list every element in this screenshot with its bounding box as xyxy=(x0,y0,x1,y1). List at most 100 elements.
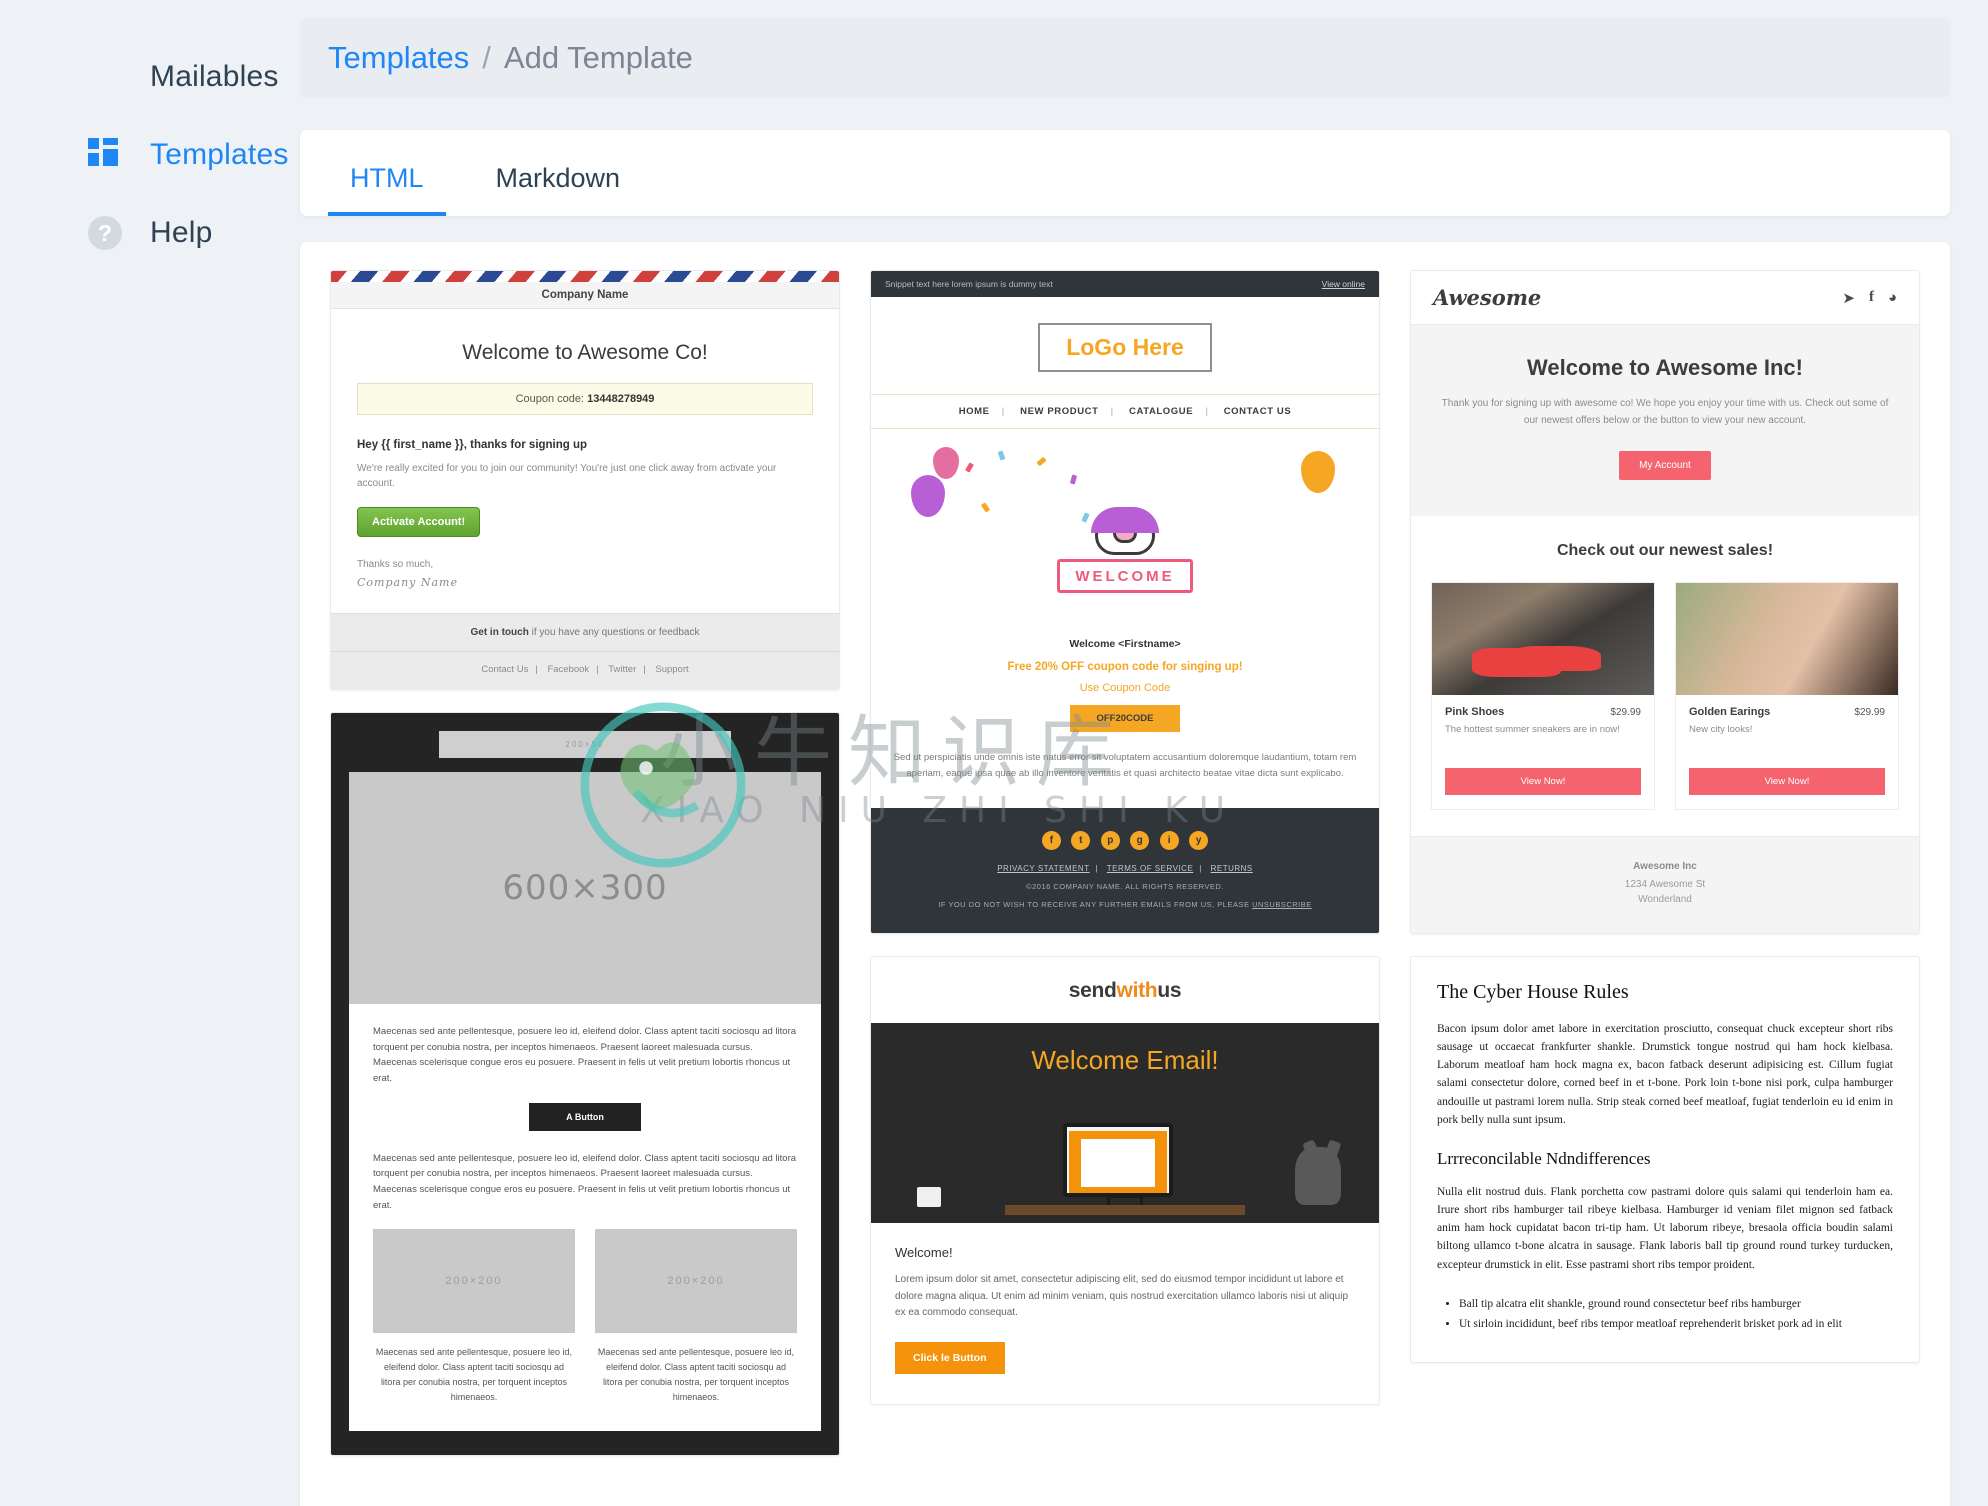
sidebar-item-label: Help xyxy=(150,216,213,249)
address-line-1: 1234 Awesome St xyxy=(1624,879,1706,890)
welcome-illustration: WELCOME xyxy=(871,429,1379,634)
article-paragraph: Bacon ipsum dolor amet labore in exercit… xyxy=(1437,1023,1893,1126)
body-text: Lorem ipsum dolor sit amet, consectetur … xyxy=(895,1274,1349,1319)
unsubscribe-link[interactable]: UNSUBSCRIBE xyxy=(1252,900,1312,909)
social-icons: f t p g i y xyxy=(887,830,1363,851)
breadcrumb-link-templates[interactable]: Templates xyxy=(328,40,469,76)
article-bullets: Ball tip alcatra elit shankle, ground ro… xyxy=(1437,1294,1893,1334)
mail-icon xyxy=(71,42,122,94)
view-online-link[interactable]: View online xyxy=(1322,279,1365,289)
main-content: Templates / Add Template HTML Markdown C… xyxy=(300,0,1988,1506)
greeting-line: Hey {{ first_name }}, thanks for signing… xyxy=(357,439,588,451)
get-in-touch-label[interactable]: Get in touch xyxy=(470,627,528,638)
logo-placeholder: LoGo Here xyxy=(1038,323,1212,372)
sidebar: Mailables Templates ? Help xyxy=(0,0,300,1506)
product-card[interactable]: Pink Shoes $29.99 The hottest summer sne… xyxy=(1431,582,1655,810)
product-price: $29.99 xyxy=(1610,707,1641,718)
nav-item[interactable]: CATALOGUE xyxy=(1129,406,1193,417)
sales-section: Check out our newest sales! Pink Shoes $… xyxy=(1411,516,1919,836)
footer-link[interactable]: RETURNS xyxy=(1211,864,1253,873)
brand-logo: Awesome xyxy=(1433,285,1542,310)
column-item: 200×200 Maecenas sed ante pellentesque, … xyxy=(373,1229,575,1404)
footer-links: PRIVACY STATEMENT | TERMS OF SERVICE | RET… xyxy=(997,864,1253,874)
body-text: We're really excited for you to join our… xyxy=(357,463,777,489)
footer-link[interactable]: Facebook xyxy=(547,664,589,675)
breadcrumb-current: Add Template xyxy=(503,40,693,75)
logo-part: send xyxy=(1068,979,1117,1003)
pinterest-icon[interactable]: p xyxy=(1100,831,1120,851)
template-card-cyber-house-rules[interactable]: The Cyber House Rules Bacon ipsum dolor … xyxy=(1410,956,1920,1363)
nav-item[interactable]: NEW PRODUCT xyxy=(1020,406,1098,417)
product-desc: New city looks! xyxy=(1689,724,1753,735)
my-account-button[interactable]: My Account xyxy=(1619,451,1711,480)
product-image xyxy=(1432,583,1654,695)
app-root: Mailables Templates ? Help Templates / A… xyxy=(0,0,1988,1506)
coupon-code-chip[interactable]: OFF20CODE xyxy=(1070,705,1180,732)
snippet-text: Snippet text here lorem ipsum is dummy t… xyxy=(885,279,1053,289)
nav-item[interactable]: HOME xyxy=(959,406,990,417)
logo-part: with xyxy=(1116,979,1158,1003)
tablet-frame: 200×50 600×300 Maecenas sed ante pellent… xyxy=(331,713,839,1455)
template-footer: f t p g i y PRIVACY STATEMENT | TERMS OF … xyxy=(871,808,1379,934)
instagram-icon[interactable]: i xyxy=(1159,831,1179,851)
logo-part: us xyxy=(1157,979,1182,1003)
brand-header: Awesome ➤ f ◕ xyxy=(1411,271,1919,325)
template-card-tablet-basic[interactable]: 200×50 600×300 Maecenas sed ante pellent… xyxy=(330,712,840,1456)
footer-link[interactable]: Twitter xyxy=(608,664,636,675)
footer-link[interactable]: PRIVACY STATEMENT xyxy=(997,864,1089,873)
unsubscribe-line: IF YOU DO NOT WISH TO RECEIVE ANY FURTHE… xyxy=(887,900,1363,909)
nav-item[interactable]: CONTACT US xyxy=(1224,406,1292,417)
banner-placeholder: 200×50 xyxy=(438,731,732,758)
welcome-title: Welcome to Awesome Co! xyxy=(462,341,708,364)
sidebar-item-help[interactable]: ? Help xyxy=(0,194,300,272)
youtube-icon[interactable]: y xyxy=(1189,831,1209,851)
airmail-border xyxy=(331,271,839,282)
welcome-line: Welcome <Firstname> xyxy=(1069,638,1181,650)
view-now-button[interactable]: View Now! xyxy=(1689,768,1885,795)
hero-placeholder: 600×300 xyxy=(349,772,821,1004)
template-card-airmail-welcome[interactable]: Company Name Welcome to Awesome Co! Coup… xyxy=(330,270,840,690)
rss-icon[interactable]: ◕ xyxy=(1888,289,1897,307)
product-image xyxy=(1676,583,1898,695)
tab-html[interactable]: HTML xyxy=(328,163,446,216)
sidebar-item-label: Mailables xyxy=(150,60,279,93)
activate-account-button[interactable]: Activate Account! xyxy=(357,507,481,537)
facebook-icon[interactable]: f xyxy=(1041,831,1061,851)
signature: Company Name xyxy=(357,576,458,589)
company-name: Awesome Inc xyxy=(1633,861,1697,872)
unsubscribe-text: IF YOU DO NOT WISH TO RECEIVE ANY FURTHE… xyxy=(938,900,1250,910)
sales-heading: Check out our newest sales! xyxy=(1556,542,1774,559)
footer-link[interactable]: TERMS OF SERVICE xyxy=(1107,864,1194,873)
lorem-text: Sed ut perspiciatis unde omnis iste natu… xyxy=(893,752,1357,780)
coupon-code: 13448278949 xyxy=(587,393,655,405)
google-plus-icon[interactable]: g xyxy=(1130,831,1150,851)
sidebar-item-mailables[interactable]: Mailables xyxy=(0,38,300,116)
a-button[interactable]: A Button xyxy=(529,1102,641,1131)
template-card-logo-here[interactable]: Snippet text here lorem ipsum is dummy t… xyxy=(870,270,1380,935)
body-paragraph: Maecenas sed ante pellentesque, posuere … xyxy=(373,1152,797,1211)
view-now-button[interactable]: View Now! xyxy=(1445,768,1641,795)
tab-markdown[interactable]: Markdown xyxy=(474,163,643,216)
copyright: ©2016 COMPANY NAME. ALL RIGHTS RESERVED. xyxy=(1026,882,1224,892)
product-desc: The hottest summer sneakers are in now! xyxy=(1445,724,1620,735)
template-card-sendwithus[interactable]: sendwithus Welcome Email! Welcome! Lorem… xyxy=(870,956,1380,1405)
twitter-icon[interactable]: t xyxy=(1071,831,1091,851)
click-le-button[interactable]: Click le Button xyxy=(895,1341,1005,1374)
footer-link[interactable]: Support xyxy=(655,664,688,675)
article-subtitle: Lrrreconcilable Ndndifferences xyxy=(1437,1148,1651,1168)
column-caption: Maecenas sed ante pellentesque, posuere … xyxy=(375,1347,573,1402)
twitter-icon[interactable]: ➤ xyxy=(1842,289,1855,307)
product-price: $29.99 xyxy=(1854,707,1885,718)
bullet-item: Ut sirloin incididunt, beef ribs tempor … xyxy=(1459,1314,1893,1334)
image-placeholder: 200×200 xyxy=(373,1229,575,1334)
hero-subtitle: Thank you for signing up with awesome co… xyxy=(1441,398,1889,426)
image-placeholder: 200×200 xyxy=(595,1229,797,1334)
footer-link[interactable]: Contact Us xyxy=(481,664,528,675)
facebook-icon[interactable]: f xyxy=(1869,289,1874,307)
template-nav: HOME | NEW PRODUCT | CATALOGUE | CONTACT US xyxy=(871,394,1379,429)
hero-title: Welcome Email! xyxy=(1031,1045,1219,1076)
template-card-awesome-inc[interactable]: Awesome ➤ f ◕ Welcome to Awesome Inc! Th… xyxy=(1410,270,1920,934)
address-footer: Awesome Inc 1234 Awesome St Wonderland xyxy=(1411,836,1919,933)
sidebar-item-templates[interactable]: Templates xyxy=(0,116,300,194)
product-card[interactable]: Golden Earings $29.99 New city looks! Vi… xyxy=(1675,582,1899,810)
